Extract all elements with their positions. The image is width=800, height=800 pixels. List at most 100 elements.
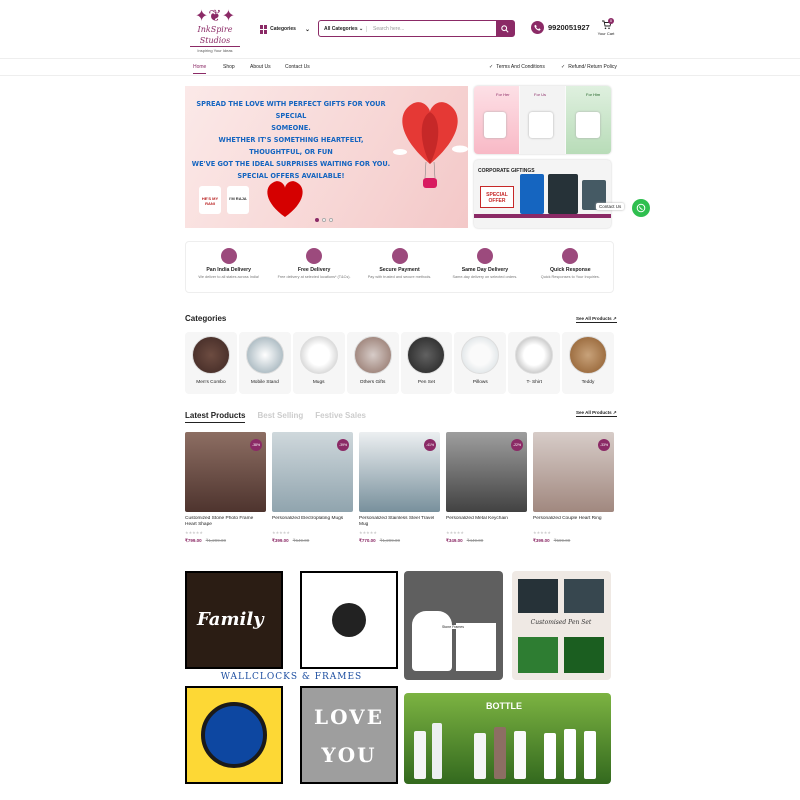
search-button[interactable]: [496, 21, 514, 36]
globe-icon: [220, 248, 237, 264]
product-grid: -38% Customized Stone Photo Frame Heart …: [185, 432, 614, 552]
stone-frame-banner[interactable]: Stone Frames: [404, 571, 503, 680]
mug-1: HE'S MY RANI: [199, 186, 221, 214]
product-image: -22%: [446, 432, 527, 512]
pen-set-label: Customised Pen Set: [530, 619, 592, 626]
rating-stars: ★★★★★: [185, 530, 203, 535]
tab-festive-sales[interactable]: Festive Sales: [315, 411, 366, 423]
discount-badge: -33%: [598, 439, 610, 451]
special-offer-label: SPECIAL OFFER: [480, 186, 514, 208]
category-pen-set[interactable]: Pen Set: [400, 332, 453, 394]
whatsapp-icon: [636, 203, 646, 213]
main-nav: Home Shop About Us Contact Us ✓ Terms And…: [0, 58, 800, 76]
discount-badge: -39%: [337, 439, 349, 451]
product-card[interactable]: -33% Personalized Couple Heart Ring ★★★★…: [533, 432, 614, 552]
search-category-select[interactable]: All Categories ⌄: [319, 25, 367, 32]
for-us-label: For Us: [534, 92, 546, 97]
category-mens-combo[interactable]: Men's Combo: [185, 332, 237, 394]
nav-home[interactable]: Home: [193, 64, 207, 74]
carousel-dots[interactable]: [315, 218, 333, 222]
tab-best-selling[interactable]: Best Selling: [257, 411, 303, 423]
heart-pillow-icon: [267, 181, 303, 217]
product-image: -39%: [272, 432, 353, 512]
features-strip: Pan India Delivery We deliver to all stat…: [185, 241, 614, 293]
product-name: Personalized Couple Heart Ring: [533, 516, 602, 521]
product-image: -33%: [533, 432, 614, 512]
love-you-text: LOVE YOU: [314, 705, 384, 767]
product-card[interactable]: -22% Personalized Metal Keychain ★★★★★ ₹…: [446, 432, 527, 552]
product-image: -38%: [185, 432, 266, 512]
hot-air-balloon-heart-icon: [393, 102, 468, 188]
product-name: Personalized Electroplating Mugs: [272, 516, 344, 521]
see-all-products-link[interactable]: See All Products ↗: [576, 410, 617, 417]
nav-contact-us[interactable]: Contact Us: [285, 64, 310, 70]
family-frame-banner[interactable]: Family: [185, 571, 283, 669]
product-name: Personalized Metal Keychain: [446, 516, 508, 521]
chevron-down-icon: ⌄: [359, 25, 364, 32]
hero-banner[interactable]: SPREAD THE LOVE WITH PERFECT GIFTS FOR Y…: [185, 86, 468, 228]
stone-frames-label: Stone Frames: [440, 625, 466, 629]
product-old-price: ₹1,299.00: [379, 538, 401, 543]
whatsapp-button[interactable]: [632, 199, 650, 217]
site-logo[interactable]: ✦❦✦ InkSpire Studios Inspiring Your Idea…: [186, 6, 244, 53]
feature-item: Quick Response Quick Responses to Your In…: [528, 242, 613, 292]
box-icon: [306, 248, 323, 264]
category-mugs[interactable]: Mugs: [292, 332, 345, 394]
corporate-gifting-banner[interactable]: CORPORATE GIFTINGS SPECIAL OFFER: [474, 160, 611, 228]
category-pillows[interactable]: Pillows: [454, 332, 507, 394]
wall-clock-banner[interactable]: [185, 686, 283, 784]
product-card[interactable]: -38% Customized Stone Photo Frame Heart …: [185, 432, 266, 552]
check-icon: ✓: [561, 64, 566, 70]
see-all-categories-link[interactable]: See All Products ↗: [576, 316, 617, 323]
category-teddy[interactable]: Teddy: [562, 332, 614, 394]
discount-badge: -38%: [250, 439, 262, 451]
logo-mark-icon: ✦❦✦: [194, 6, 236, 25]
family-text: Family: [197, 609, 264, 630]
rating-stars: ★★★★★: [359, 530, 377, 535]
bottle-banner[interactable]: BOTTLE: [404, 693, 611, 784]
category-t-shirt[interactable]: T- Shirt: [508, 332, 561, 394]
nav-refund-policy[interactable]: ✓ Refund/ Return Policy: [561, 64, 617, 70]
cart-label: Your Cart: [597, 31, 615, 36]
card-icon: [391, 248, 408, 264]
mug-image: [576, 112, 600, 138]
bottle-label: BOTTLE: [486, 701, 522, 711]
wallclocks-frames-title: WALLCLOCKS & FRAMES: [220, 672, 363, 682]
product-price: ₹399.00: [533, 538, 550, 543]
chevron-down-icon: ⌄: [304, 26, 310, 33]
gift-for-banner[interactable]: For Her For Us For Him: [474, 86, 611, 154]
product-card[interactable]: -39% Personalized Electroplating Mugs ★★…: [272, 432, 353, 552]
product-card[interactable]: -41% Personalized Stainless Steel Travel…: [359, 432, 440, 552]
search-icon: [501, 24, 509, 33]
category-mobile-stand[interactable]: Mobile Stand: [238, 332, 291, 394]
flower-frame-banner[interactable]: [300, 571, 398, 669]
categories-label: Categories: [270, 26, 296, 32]
whatsapp-contact-label[interactable]: Contact Us: [596, 203, 625, 210]
discount-badge: -22%: [511, 439, 523, 451]
phone-contact[interactable]: 9920051927: [531, 21, 590, 34]
product-tabs: Latest Products Best Selling Festive Sal…: [185, 411, 366, 423]
search-input[interactable]: Search here...: [367, 26, 496, 32]
love-you-frame-banner[interactable]: LOVE YOU: [300, 686, 398, 784]
nav-about-us[interactable]: About Us: [250, 64, 271, 70]
rating-stars: ★★★★★: [272, 530, 290, 535]
hero-text: SPREAD THE LOVE WITH PERFECT GIFTS FOR Y…: [191, 100, 391, 180]
pen-set-banner[interactable]: Customised Pen Set: [512, 571, 611, 680]
mug-image: [529, 112, 553, 138]
nav-terms[interactable]: ✓ Terms And Conditions: [489, 64, 545, 70]
phone-number: 9920051927: [548, 23, 590, 32]
cart-button[interactable]: 0 Your Cart: [596, 18, 616, 36]
categories-dropdown[interactable]: Categories ⌄: [260, 22, 310, 36]
feature-item: Secure Payment Pay with trusted and secur…: [357, 242, 442, 292]
product-old-price: ₹649.00: [292, 538, 310, 543]
nav-shop[interactable]: Shop: [223, 64, 235, 70]
category-others-gifts[interactable]: Others Gifts: [346, 332, 399, 394]
check-icon: ✓: [489, 64, 494, 70]
for-him-label: For Him: [586, 92, 601, 97]
feature-item: Same Day Delivery Same-day delivery on se…: [442, 242, 527, 292]
product-price: ₹399.00: [272, 538, 289, 543]
category-list: Men's Combo Mobile Stand Mugs Others Gif…: [185, 332, 614, 394]
tab-latest-products[interactable]: Latest Products: [185, 411, 246, 423]
categories-heading: Categories: [185, 314, 227, 323]
cart-count-badge: 0: [608, 18, 614, 24]
